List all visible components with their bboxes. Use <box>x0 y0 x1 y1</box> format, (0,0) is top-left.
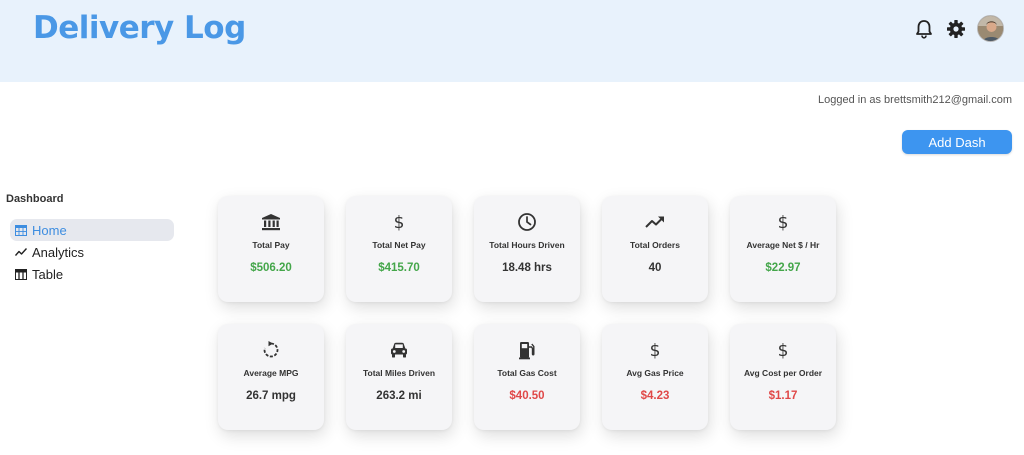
sidebar-heading: Dashboard <box>6 193 64 205</box>
car-icon <box>389 340 409 360</box>
stat-label: Total Miles Driven <box>362 368 436 378</box>
svg-text:$: $ <box>778 341 789 360</box>
stat-value: 26.7 mpg <box>246 390 296 402</box>
stat-value: $40.50 <box>509 390 545 402</box>
gear-icon[interactable] <box>945 18 967 40</box>
rotate-icon <box>261 340 281 360</box>
stat-card-total-gas-cost: Total Gas Cost $40.50 <box>474 324 580 430</box>
user-avatar[interactable] <box>977 15 1004 42</box>
calendar-view-icon <box>15 224 27 236</box>
stat-label: Total Gas Cost <box>497 368 557 378</box>
stat-label: Avg Gas Price <box>626 368 684 378</box>
dollar-icon: $ <box>389 212 409 232</box>
stat-label: Average MPG <box>243 368 299 378</box>
stats-grid: Total Pay $506.20 $ Total Net Pay $415.7… <box>218 196 836 430</box>
app-header: Delivery Log <box>0 0 1024 82</box>
stat-value: $4.23 <box>640 390 670 402</box>
stat-label: Total Hours Driven <box>489 240 565 250</box>
sidebar-item-analytics[interactable]: Analytics <box>10 241 174 263</box>
bell-icon[interactable] <box>913 18 935 40</box>
trending-up-icon <box>645 212 665 232</box>
svg-text:$: $ <box>778 213 789 232</box>
stat-value: $506.20 <box>250 262 292 274</box>
sidebar-item-home[interactable]: Home <box>10 219 174 241</box>
sidebar-item-label: Home <box>32 222 67 238</box>
dollar-icon: $ <box>773 340 793 360</box>
clock-icon <box>517 212 537 232</box>
table-icon <box>15 268 27 280</box>
svg-text:$: $ <box>394 213 405 232</box>
gas-pump-icon <box>517 340 537 360</box>
sidebar-item-label: Analytics <box>32 244 85 260</box>
stat-value: 40 <box>648 262 662 274</box>
stat-label: Total Orders <box>630 240 680 250</box>
dollar-icon: $ <box>645 340 665 360</box>
stat-card-total-miles: Total Miles Driven 263.2 mi <box>346 324 452 430</box>
stat-label: Total Net Pay <box>372 240 426 250</box>
stat-card-total-hours: Total Hours Driven 18.48 hrs <box>474 196 580 302</box>
sidebar-item-table[interactable]: Table <box>10 263 174 285</box>
add-dash-button[interactable]: Add Dash <box>902 130 1012 154</box>
stat-label: Average Net $ / Hr <box>746 240 820 250</box>
trending-line-icon <box>15 246 27 258</box>
stat-card-avg-gas-price: $ Avg Gas Price $4.23 <box>602 324 708 430</box>
stat-value: 18.48 hrs <box>502 262 552 274</box>
header-actions <box>913 15 1004 42</box>
stat-value: 263.2 mi <box>376 390 422 402</box>
stat-card-total-pay: Total Pay $506.20 <box>218 196 324 302</box>
bank-icon <box>261 212 281 232</box>
stat-card-avg-cost-per-order: $ Avg Cost per Order $1.17 <box>730 324 836 430</box>
stat-card-avg-mpg: Average MPG 26.7 mpg <box>218 324 324 430</box>
sidebar-item-label: Table <box>32 266 64 282</box>
svg-text:$: $ <box>650 341 661 360</box>
dollar-icon: $ <box>773 212 793 232</box>
logged-in-status: Logged in as brettsmith212@gmail.com <box>818 94 1012 106</box>
stat-value: $415.70 <box>378 262 420 274</box>
stat-label: Avg Cost per Order <box>743 368 823 378</box>
stat-value: $22.97 <box>765 262 801 274</box>
sidebar: Dashboard Home Analytics Table <box>0 193 180 285</box>
stat-label: Total Pay <box>252 240 290 250</box>
stat-card-total-net-pay: $ Total Net Pay $415.70 <box>346 196 452 302</box>
stat-value: $1.17 <box>768 390 798 402</box>
app-title: Delivery Log <box>33 10 246 46</box>
stat-card-avg-net-per-hour: $ Average Net $ / Hr $22.97 <box>730 196 836 302</box>
stat-card-total-orders: Total Orders 40 <box>602 196 708 302</box>
